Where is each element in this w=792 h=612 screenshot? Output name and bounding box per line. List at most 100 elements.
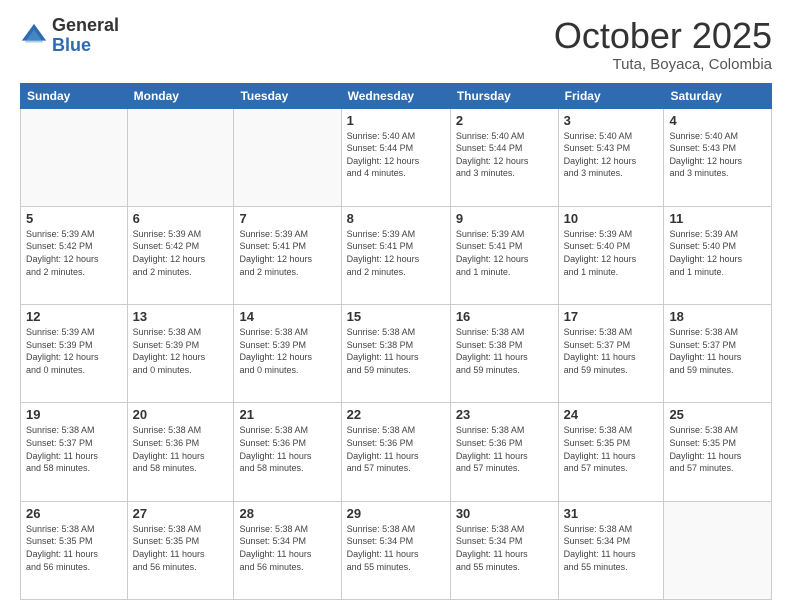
header: General Blue October 2025 Tuta, Boyaca, … [20, 16, 772, 73]
day-info: Sunrise: 5:38 AM Sunset: 5:35 PM Dayligh… [133, 523, 229, 573]
day-info: Sunrise: 5:38 AM Sunset: 5:37 PM Dayligh… [26, 424, 122, 474]
cell-w4-d6: 25Sunrise: 5:38 AM Sunset: 5:35 PM Dayli… [664, 403, 772, 501]
day-info: Sunrise: 5:38 AM Sunset: 5:34 PM Dayligh… [239, 523, 335, 573]
day-number: 16 [456, 309, 553, 324]
calendar-table: Sunday Monday Tuesday Wednesday Thursday… [20, 83, 772, 600]
day-info: Sunrise: 5:39 AM Sunset: 5:41 PM Dayligh… [347, 228, 445, 278]
day-number: 5 [26, 211, 122, 226]
day-number: 27 [133, 506, 229, 521]
month-title: October 2025 [554, 16, 772, 56]
logo-general: General [52, 15, 119, 35]
day-number: 4 [669, 113, 766, 128]
day-info: Sunrise: 5:39 AM Sunset: 5:39 PM Dayligh… [26, 326, 122, 376]
cell-w4-d5: 24 Sunrise: 5:38 AM Sunset: 5:35 PM Dayli… [558, 403, 664, 501]
header-saturday: Saturday [664, 83, 772, 108]
day-number: 28 [239, 506, 335, 521]
logo-icon [20, 22, 48, 50]
cell-w5-d6 [664, 501, 772, 599]
week-row-4: 19 Sunrise: 5:38 AM Sunset: 5:37 PM Dayli… [21, 403, 772, 501]
day-info: Sunrise: 5:38 AM Sunset: 5:34 PM Dayligh… [347, 523, 445, 573]
cell-w1-d3: 1 Sunrise: 5:40 AM Sunset: 5:44 PM Daylig… [341, 108, 450, 206]
cell-w3-d4: 16 Sunrise: 5:38 AM Sunset: 5:38 PM Dayli… [450, 305, 558, 403]
week-row-1: 1 Sunrise: 5:40 AM Sunset: 5:44 PM Daylig… [21, 108, 772, 206]
cell-w5-d5: 31 Sunrise: 5:38 AM Sunset: 5:34 PM Dayli… [558, 501, 664, 599]
day-info: Sunrise: 5:38 AM Sunset: 5:37 PM Dayligh… [564, 326, 659, 376]
cell-w2-d1: 6 Sunrise: 5:39 AM Sunset: 5:42 PM Daylig… [127, 206, 234, 304]
day-number: 14 [239, 309, 335, 324]
week-row-2: 5 Sunrise: 5:39 AM Sunset: 5:42 PM Daylig… [21, 206, 772, 304]
day-info: Sunrise: 5:38 AM Sunset: 5:34 PM Dayligh… [564, 523, 659, 573]
day-number: 3 [564, 113, 659, 128]
cell-w3-d1: 13 Sunrise: 5:38 AM Sunset: 5:39 PM Dayli… [127, 305, 234, 403]
cell-w2-d5: 10Sunrise: 5:39 AM Sunset: 5:40 PM Dayli… [558, 206, 664, 304]
day-info: Sunrise: 5:38 AM Sunset: 5:37 PM Dayligh… [669, 326, 766, 376]
day-info: Sunrise: 5:38 AM Sunset: 5:36 PM Dayligh… [456, 424, 553, 474]
day-number: 15 [347, 309, 445, 324]
day-number: 7 [239, 211, 335, 226]
day-number: 19 [26, 407, 122, 422]
weekday-header-row: Sunday Monday Tuesday Wednesday Thursday… [21, 83, 772, 108]
cell-w5-d0: 26Sunrise: 5:38 AM Sunset: 5:35 PM Dayli… [21, 501, 128, 599]
day-number: 9 [456, 211, 553, 226]
cell-w5-d1: 27 Sunrise: 5:38 AM Sunset: 5:35 PM Dayli… [127, 501, 234, 599]
cell-w3-d2: 14 Sunrise: 5:38 AM Sunset: 5:39 PM Dayli… [234, 305, 341, 403]
day-number: 20 [133, 407, 229, 422]
day-info: Sunrise: 5:40 AM Sunset: 5:43 PM Dayligh… [564, 130, 659, 180]
day-number: 10 [564, 211, 659, 226]
day-number: 12 [26, 309, 122, 324]
day-info: Sunrise: 5:39 AM Sunset: 5:42 PM Dayligh… [26, 228, 122, 278]
header-wednesday: Wednesday [341, 83, 450, 108]
header-friday: Friday [558, 83, 664, 108]
day-number: 29 [347, 506, 445, 521]
day-number: 6 [133, 211, 229, 226]
day-number: 18 [669, 309, 766, 324]
day-info: Sunrise: 5:38 AM Sunset: 5:38 PM Dayligh… [456, 326, 553, 376]
day-number: 31 [564, 506, 659, 521]
cell-w5-d2: 28 Sunrise: 5:38 AM Sunset: 5:34 PM Dayli… [234, 501, 341, 599]
day-info: Sunrise: 5:38 AM Sunset: 5:36 PM Dayligh… [133, 424, 229, 474]
cell-w2-d2: 7 Sunrise: 5:39 AM Sunset: 5:41 PM Daylig… [234, 206, 341, 304]
header-monday: Monday [127, 83, 234, 108]
cell-w2-d4: 9Sunrise: 5:39 AM Sunset: 5:41 PM Daylig… [450, 206, 558, 304]
day-info: Sunrise: 5:38 AM Sunset: 5:35 PM Dayligh… [26, 523, 122, 573]
day-info: Sunrise: 5:38 AM Sunset: 5:36 PM Dayligh… [347, 424, 445, 474]
cell-w4-d3: 22 Sunrise: 5:38 AM Sunset: 5:36 PM Dayli… [341, 403, 450, 501]
day-number: 17 [564, 309, 659, 324]
day-number: 24 [564, 407, 659, 422]
cell-w1-d2 [234, 108, 341, 206]
day-number: 2 [456, 113, 553, 128]
cell-w5-d4: 30Sunrise: 5:38 AM Sunset: 5:34 PM Dayli… [450, 501, 558, 599]
day-number: 11 [669, 211, 766, 226]
day-info: Sunrise: 5:39 AM Sunset: 5:42 PM Dayligh… [133, 228, 229, 278]
day-number: 1 [347, 113, 445, 128]
day-info: Sunrise: 5:38 AM Sunset: 5:34 PM Dayligh… [456, 523, 553, 573]
day-info: Sunrise: 5:38 AM Sunset: 5:39 PM Dayligh… [133, 326, 229, 376]
title-block: October 2025 Tuta, Boyaca, Colombia [554, 16, 772, 73]
cell-w4-d2: 21 Sunrise: 5:38 AM Sunset: 5:36 PM Dayli… [234, 403, 341, 501]
cell-w1-d1 [127, 108, 234, 206]
cell-w1-d5: 3 Sunrise: 5:40 AM Sunset: 5:43 PM Daylig… [558, 108, 664, 206]
day-info: Sunrise: 5:38 AM Sunset: 5:39 PM Dayligh… [239, 326, 335, 376]
day-number: 22 [347, 407, 445, 422]
cell-w5-d3: 29 Sunrise: 5:38 AM Sunset: 5:34 PM Dayli… [341, 501, 450, 599]
location-subtitle: Tuta, Boyaca, Colombia [554, 56, 772, 73]
cell-w1-d0 [21, 108, 128, 206]
cell-w3-d3: 15Sunrise: 5:38 AM Sunset: 5:38 PM Dayli… [341, 305, 450, 403]
cell-w3-d6: 18 Sunrise: 5:38 AM Sunset: 5:37 PM Dayli… [664, 305, 772, 403]
day-info: Sunrise: 5:38 AM Sunset: 5:35 PM Dayligh… [564, 424, 659, 474]
day-info: Sunrise: 5:38 AM Sunset: 5:35 PM Dayligh… [669, 424, 766, 474]
day-info: Sunrise: 5:40 AM Sunset: 5:44 PM Dayligh… [347, 130, 445, 180]
day-info: Sunrise: 5:38 AM Sunset: 5:36 PM Dayligh… [239, 424, 335, 474]
cell-w1-d4: 2Sunrise: 5:40 AM Sunset: 5:44 PM Daylig… [450, 108, 558, 206]
logo-text: General Blue [52, 16, 119, 56]
day-number: 13 [133, 309, 229, 324]
week-row-3: 12 Sunrise: 5:39 AM Sunset: 5:39 PM Dayli… [21, 305, 772, 403]
day-number: 23 [456, 407, 553, 422]
logo-blue: Blue [52, 35, 91, 55]
logo: General Blue [20, 16, 119, 56]
day-info: Sunrise: 5:39 AM Sunset: 5:41 PM Dayligh… [239, 228, 335, 278]
cell-w2-d3: 8Sunrise: 5:39 AM Sunset: 5:41 PM Daylig… [341, 206, 450, 304]
day-number: 21 [239, 407, 335, 422]
cell-w2-d0: 5 Sunrise: 5:39 AM Sunset: 5:42 PM Daylig… [21, 206, 128, 304]
cell-w4-d4: 23 Sunrise: 5:38 AM Sunset: 5:36 PM Dayli… [450, 403, 558, 501]
